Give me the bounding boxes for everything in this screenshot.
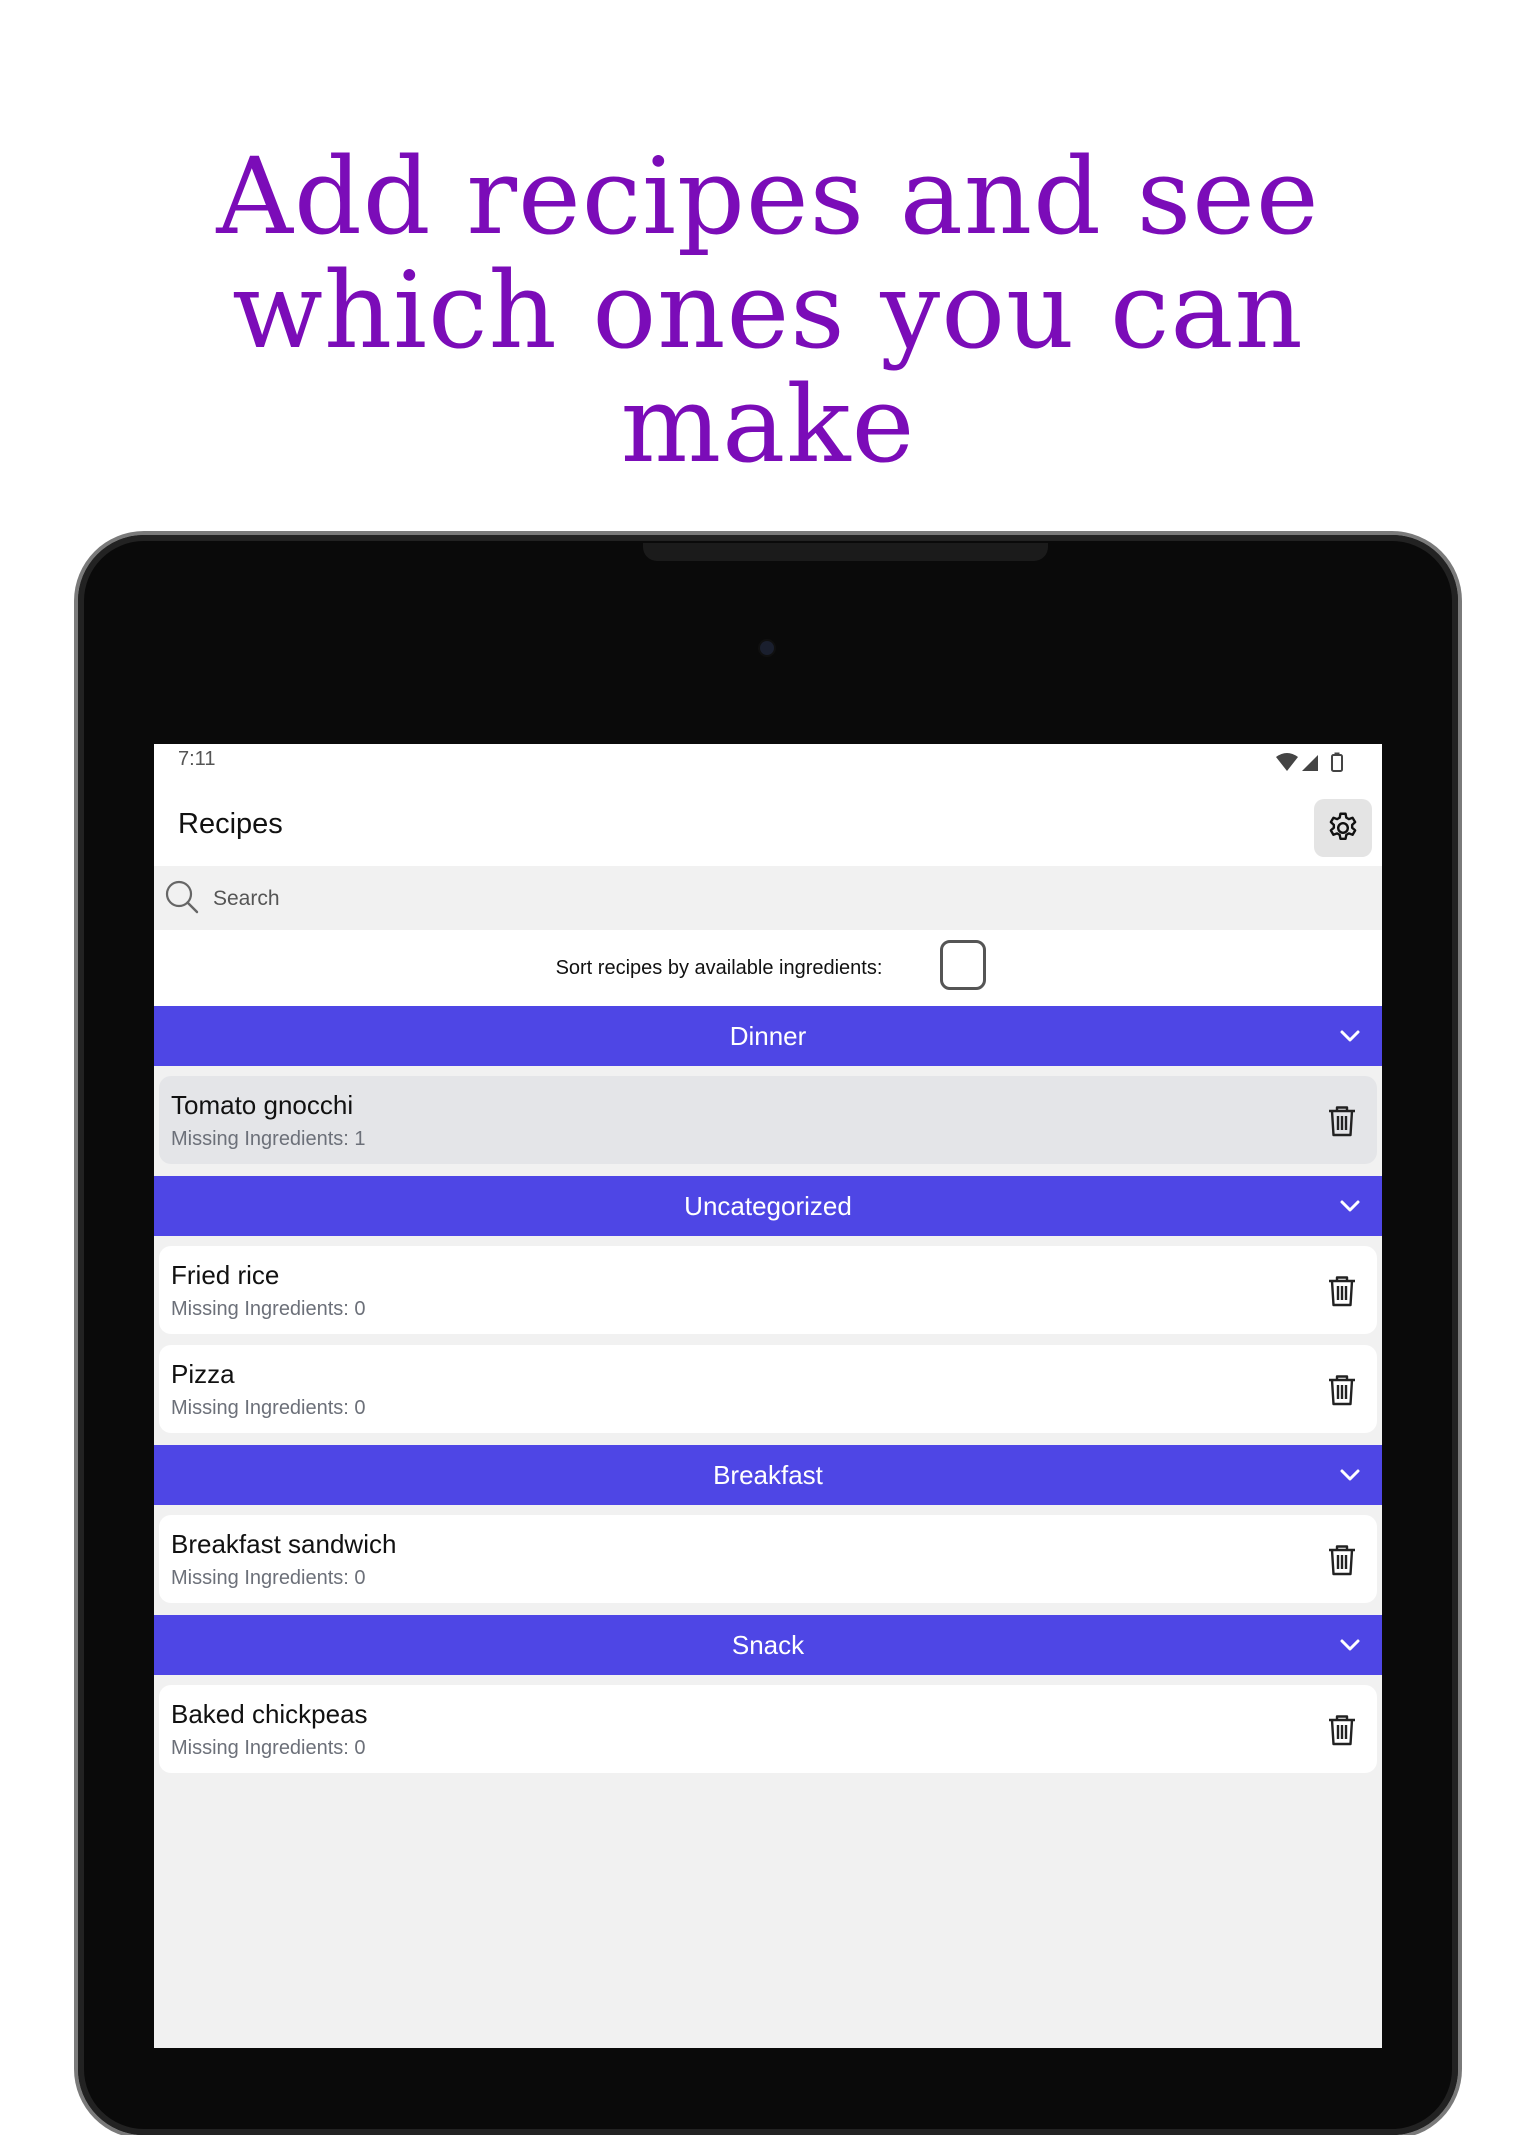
tablet-notch — [643, 543, 1048, 561]
recipe-list: Dinner Tomato gnocchi Missing Ingredient… — [154, 1006, 1382, 1785]
category-header-dinner[interactable]: Dinner — [154, 1006, 1382, 1066]
missing-ingredients: Missing Ingredients: 0 — [171, 1397, 366, 1419]
chevron-down-icon[interactable] — [1338, 1024, 1362, 1048]
category-header-snack[interactable]: Snack — [154, 1615, 1382, 1675]
category-items: Tomato gnocchi Missing Ingredients: 1 — [154, 1066, 1382, 1176]
app-screen: 7:11 Recipes Search Sort recipes by avai… — [154, 744, 1382, 2048]
category-header-breakfast[interactable]: Breakfast — [154, 1445, 1382, 1505]
chevron-down-icon[interactable] — [1338, 1463, 1362, 1487]
category-header-uncategorized[interactable]: Uncategorized — [154, 1176, 1382, 1236]
category-title: Breakfast — [713, 1459, 823, 1490]
status-time: 7:11 — [178, 748, 216, 770]
chevron-down-icon[interactable] — [1338, 1633, 1362, 1657]
trash-icon[interactable] — [1327, 1714, 1357, 1746]
trash-icon[interactable] — [1327, 1544, 1357, 1576]
recipe-row[interactable]: Baked chickpeas Missing Ingredients: 0 — [159, 1685, 1377, 1773]
trash-icon[interactable] — [1327, 1275, 1357, 1307]
battery-icon — [1331, 752, 1343, 772]
missing-ingredients: Missing Ingredients: 0 — [171, 1567, 366, 1589]
headline-line-2: which ones you can — [232, 249, 1304, 372]
page-title: Recipes — [178, 808, 283, 840]
recipe-name: Tomato gnocchi — [171, 1090, 354, 1120]
category-items: Fried rice Missing Ingredients: 0 Pizza … — [154, 1236, 1382, 1445]
headline-line-3: make — [620, 363, 916, 486]
category-title: Uncategorized — [684, 1190, 852, 1221]
search-icon — [165, 880, 199, 914]
sort-row: Sort recipes by available ingredients: — [154, 930, 1382, 1006]
recipe-row[interactable]: Fried rice Missing Ingredients: 0 — [159, 1246, 1377, 1334]
status-icons — [1276, 752, 1348, 779]
sort-checkbox[interactable] — [940, 940, 986, 990]
headline-line-1: Add recipes and see — [216, 135, 1320, 258]
recipe-row[interactable]: Tomato gnocchi Missing Ingredients: 1 — [159, 1076, 1377, 1164]
recipe-name: Baked chickpeas — [171, 1699, 368, 1729]
wifi-icon — [1276, 753, 1298, 771]
missing-ingredients: Missing Ingredients: 0 — [171, 1737, 366, 1759]
front-camera — [760, 641, 774, 655]
chevron-down-icon[interactable] — [1338, 1194, 1362, 1218]
app-bar: Recipes — [154, 794, 1382, 866]
category-title: Snack — [731, 1629, 805, 1660]
category-items: Baked chickpeas Missing Ingredients: 0 — [154, 1675, 1382, 1785]
trash-icon[interactable] — [1327, 1374, 1357, 1406]
category-title: Dinner — [729, 1020, 807, 1051]
missing-ingredients: Missing Ingredients: 1 — [171, 1128, 366, 1150]
status-bar: 7:11 — [154, 744, 1382, 794]
sort-label: Sort recipes by available ingredients: — [555, 957, 883, 979]
recipe-name: Fried rice — [171, 1260, 280, 1290]
trash-icon[interactable] — [1327, 1105, 1357, 1137]
missing-ingredients: Missing Ingredients: 0 — [171, 1298, 366, 1320]
recipe-name: Pizza — [171, 1359, 235, 1389]
recipe-row[interactable]: Breakfast sandwich Missing Ingredients: … — [159, 1515, 1377, 1603]
signal-icon — [1302, 755, 1318, 771]
category-items: Breakfast sandwich Missing Ingredients: … — [154, 1505, 1382, 1615]
gear-icon — [1329, 812, 1357, 840]
settings-button[interactable] — [1314, 799, 1372, 857]
search-input[interactable] — [211, 880, 1315, 918]
recipe-name: Breakfast sandwich — [171, 1529, 397, 1559]
promo-headline: Add recipes and see which ones you can m… — [0, 140, 1536, 482]
search-bar — [154, 866, 1382, 930]
recipe-row[interactable]: Pizza Missing Ingredients: 0 — [159, 1345, 1377, 1433]
